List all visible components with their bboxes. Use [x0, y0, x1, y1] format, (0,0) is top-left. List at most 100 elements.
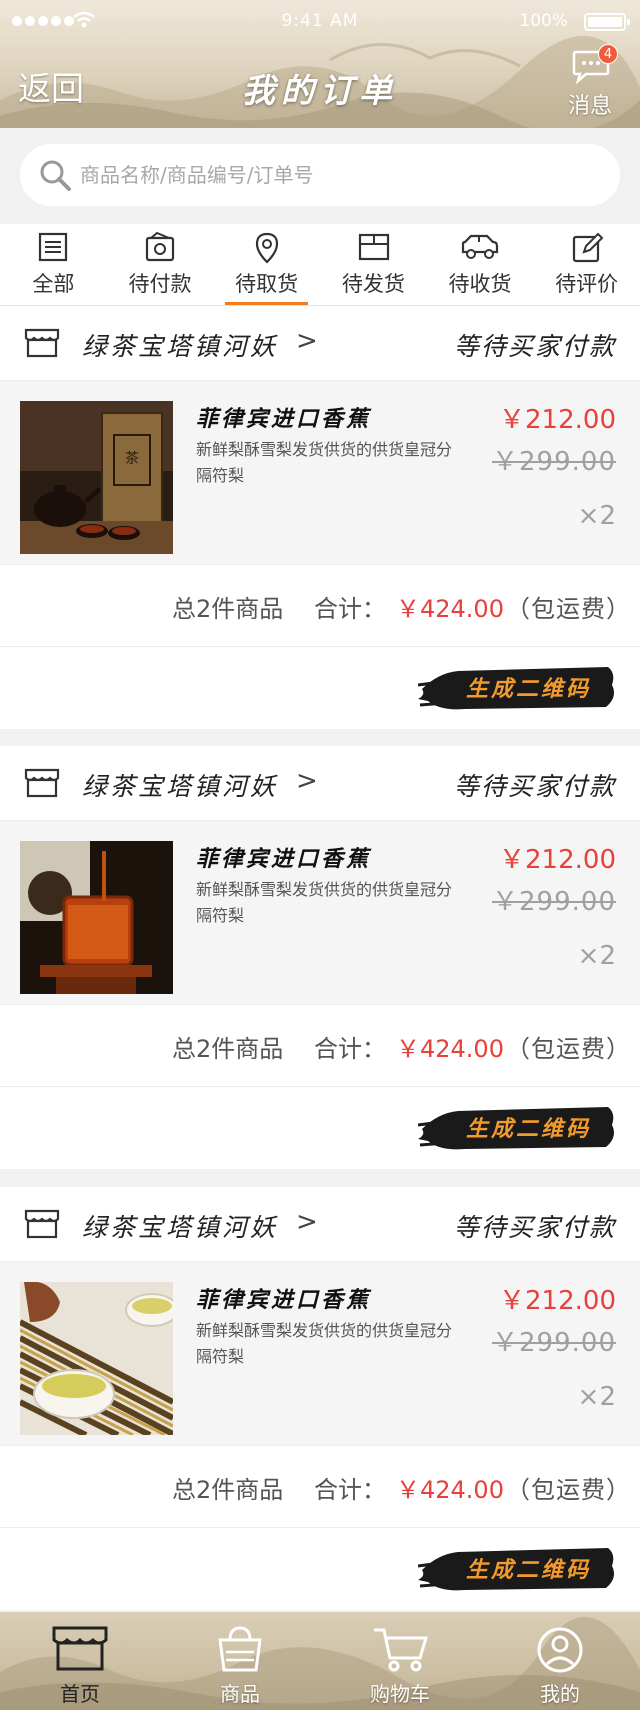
- search-input[interactable]: [80, 163, 560, 187]
- tab-all[interactable]: 全部: [0, 224, 107, 305]
- store-name: 绿茶宝塔镇河妖: [82, 772, 279, 801]
- wallet-icon: [145, 232, 175, 262]
- product-original-price: ￥299.00: [492, 887, 616, 917]
- order-status: 等待买家付款: [453, 1213, 616, 1242]
- battery-percent: 100%: [519, 11, 568, 31]
- order-actions: 生成二维码: [0, 1087, 640, 1169]
- page-title: 我的订单: [242, 71, 398, 110]
- tab-label: 待付款: [128, 272, 192, 296]
- product-row[interactable]: 菲律宾进口香蕉 新鲜梨酥雪梨发货供货的供货皇冠分隔符梨 ￥212.00 ￥299…: [0, 821, 640, 1005]
- order-summary: 总2件商品 合计： ￥424.00 （包运费）: [0, 1446, 640, 1528]
- tab-pending-receipt[interactable]: 待收货: [427, 224, 534, 305]
- tab-label: 全部: [32, 272, 75, 296]
- truck-icon: [461, 234, 499, 259]
- order-total: ￥424.00: [396, 1035, 504, 1063]
- item-count: 总2件商品: [172, 1476, 284, 1504]
- order-actions: 生成二维码: [0, 1528, 640, 1610]
- tab-pending-review[interactable]: 待评价: [533, 224, 640, 305]
- battery-icon: [584, 13, 630, 31]
- shipping-note: （包运费）: [506, 1476, 631, 1504]
- generate-qr-label: 生成二维码: [466, 676, 592, 702]
- nav-cart[interactable]: 购物车: [320, 1612, 480, 1710]
- svg-text:茶: 茶: [125, 451, 139, 467]
- box-icon: [359, 233, 390, 261]
- store-row[interactable]: 绿茶宝塔镇河妖 > 等待买家付款: [0, 306, 640, 381]
- product-image: [20, 841, 173, 994]
- order-card: 绿茶宝塔镇河妖 > 等待买家付款 茶 菲律宾进口香蕉 新鲜梨酥雪梨发货供货的供货…: [0, 306, 640, 729]
- total-label: 合计：: [314, 1035, 386, 1063]
- product-name: 菲律宾进口香蕉: [196, 1287, 372, 1313]
- nav-home[interactable]: 首页: [0, 1612, 160, 1710]
- product-row[interactable]: 菲律宾进口香蕉 新鲜梨酥雪梨发货供货的供货皇冠分隔符梨 ￥212.00 ￥299…: [0, 1262, 640, 1446]
- order-total: ￥424.00: [396, 1476, 504, 1504]
- shipping-note: （包运费）: [506, 1035, 631, 1063]
- store-row[interactable]: 绿茶宝塔镇河妖 > 等待买家付款: [0, 1187, 640, 1262]
- nav-profile[interactable]: 我的: [480, 1612, 640, 1710]
- nav-label: 商品: [220, 1682, 260, 1706]
- chevron-right-icon: >: [296, 766, 318, 796]
- generate-qr-label: 生成二维码: [466, 1557, 592, 1583]
- product-description: 新鲜梨酥雪梨发货供货的供货皇冠分隔符梨: [196, 1321, 453, 1366]
- product-name: 菲律宾进口香蕉: [196, 846, 372, 872]
- product-original-price: ￥299.00: [492, 1328, 616, 1358]
- product-quantity: ×2: [577, 941, 616, 971]
- list-icon: [39, 232, 68, 262]
- search-icon: [40, 160, 71, 191]
- nav-label: 购物车: [370, 1682, 430, 1706]
- tab-pending-pickup[interactable]: 待取货: [213, 224, 320, 305]
- message-count-badge: 4: [598, 44, 618, 64]
- generate-qr-button[interactable]: 生成二维码: [418, 1099, 618, 1155]
- shopping-bag-icon: [218, 1626, 262, 1672]
- header-bar: 9:41 AM 100% 返回 我的订单 4 消息: [0, 0, 640, 128]
- product-original-price: ￥299.00: [492, 447, 616, 477]
- product-row[interactable]: 茶 菲律宾进口香蕉 新鲜梨酥雪梨发货供货的供货皇冠分隔符梨 ￥212.00 ￥2…: [0, 381, 640, 565]
- tab-pending-shipment[interactable]: 待发货: [320, 224, 427, 305]
- search-area: [0, 128, 640, 224]
- product-image: [20, 1282, 173, 1435]
- nav-label: 我的: [540, 1682, 580, 1706]
- active-tab-indicator: [225, 302, 309, 305]
- storefront-icon: [52, 1626, 108, 1671]
- store-name: 绿茶宝塔镇河妖: [82, 332, 279, 361]
- tab-pending-payment[interactable]: 待付款: [107, 224, 214, 305]
- messages-label: 消息: [567, 94, 612, 119]
- generate-qr-button[interactable]: 生成二维码: [418, 1540, 618, 1596]
- user-icon: [537, 1627, 583, 1673]
- chevron-right-icon: >: [296, 326, 318, 356]
- order-card: 绿茶宝塔镇河妖 > 等待买家付款 菲律宾进口香蕉 新鲜梨酥雪梨发货供货的供货皇冠…: [0, 1187, 640, 1610]
- nav-label: 首页: [60, 1682, 100, 1706]
- store-icon: [24, 1209, 60, 1239]
- edit-icon: [572, 232, 604, 263]
- order-actions: 生成二维码: [0, 647, 640, 729]
- tab-label: 待发货: [341, 272, 405, 296]
- generate-qr-label: 生成二维码: [466, 1116, 592, 1142]
- status-bar: 9:41 AM 100%: [0, 10, 640, 34]
- order-status: 等待买家付款: [453, 332, 616, 361]
- total-label: 合计：: [314, 595, 386, 623]
- order-summary: 总2件商品 合计： ￥424.00 （包运费）: [0, 565, 640, 647]
- product-price: ￥212.00: [499, 1286, 616, 1316]
- shopping-cart-icon: [374, 1628, 429, 1672]
- item-count: 总2件商品: [172, 1035, 284, 1063]
- messages-button[interactable]: 4 消息: [560, 44, 620, 119]
- search-box[interactable]: [20, 144, 620, 206]
- order-total: ￥424.00: [396, 595, 504, 623]
- product-price: ￥212.00: [499, 845, 616, 875]
- shipping-note: （包运费）: [506, 595, 631, 623]
- order-summary: 总2件商品 合计： ￥424.00 （包运费）: [0, 1005, 640, 1087]
- tab-label: 待评价: [555, 272, 619, 296]
- tab-label: 待取货: [235, 272, 299, 296]
- location-pin-icon: [255, 232, 278, 264]
- store-name: 绿茶宝塔镇河妖: [82, 1213, 279, 1242]
- store-row[interactable]: 绿茶宝塔镇河妖 > 等待买家付款: [0, 746, 640, 821]
- item-count: 总2件商品: [172, 595, 284, 623]
- order-status-tabs: 全部 待付款 待取货 待发货 待收货 待评价: [0, 224, 640, 306]
- generate-qr-button[interactable]: 生成二维码: [418, 659, 618, 715]
- product-name: 菲律宾进口香蕉: [196, 406, 372, 432]
- product-quantity: ×2: [577, 501, 616, 531]
- total-label: 合计：: [314, 1476, 386, 1504]
- nav-products[interactable]: 商品: [160, 1612, 320, 1710]
- bottom-navigation: 首页 商品 购物车 我的: [0, 1612, 640, 1710]
- product-quantity: ×2: [577, 1382, 616, 1412]
- product-price: ￥212.00: [499, 405, 616, 435]
